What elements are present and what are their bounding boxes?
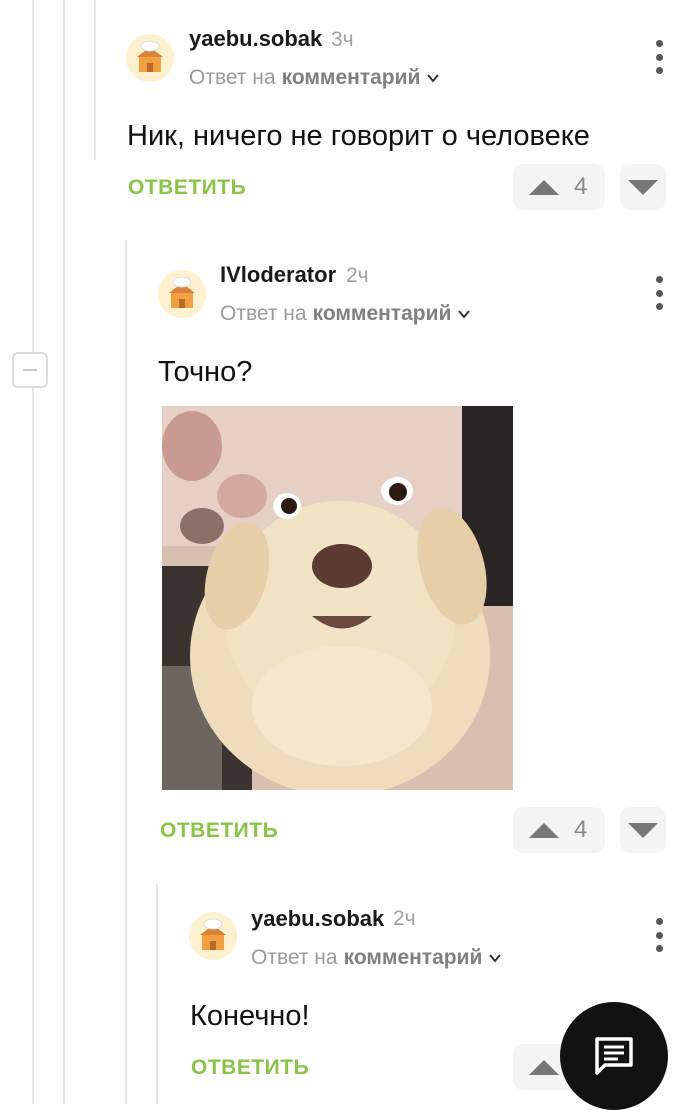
user-avatar[interactable] (189, 912, 237, 960)
more-options-icon[interactable] (652, 918, 666, 952)
reply-to[interactable]: Ответ на комментарий (189, 66, 440, 90)
thread-line-4 (125, 240, 127, 1104)
reply-button[interactable]: ОТВЕТИТЬ (128, 176, 246, 200)
downvote-button[interactable] (620, 807, 666, 853)
comment-text: Конечно! (190, 1000, 310, 1032)
arrow-up-icon (529, 1059, 559, 1075)
reply-prefix: Ответ на (251, 946, 338, 969)
arrow-down-icon (628, 179, 658, 195)
comment-username[interactable]: yaebu.sobak (189, 26, 322, 52)
thread-line-1 (32, 0, 34, 1104)
vote-count: 4 (574, 173, 588, 200)
comment-time: 2ч (393, 907, 416, 930)
comment-text: Ник, ничего не говорит о человеке (127, 120, 590, 152)
reply-to[interactable]: Ответ на комментарий (220, 302, 471, 326)
comment-username[interactable]: yaebu.sobak (251, 906, 384, 932)
thread-line-3 (94, 0, 96, 160)
reply-link[interactable]: комментарий (344, 946, 483, 970)
thread-line-5 (156, 884, 158, 1104)
reply-link[interactable]: комментарий (313, 302, 452, 326)
chevron-down-icon[interactable] (426, 71, 440, 85)
more-options-icon[interactable] (652, 276, 666, 310)
reply-button[interactable]: ОТВЕТИТЬ (191, 1056, 309, 1080)
reply-button[interactable]: ОТВЕТИТЬ (160, 819, 278, 843)
chevron-down-icon[interactable] (457, 307, 471, 321)
arrow-up-icon (529, 179, 559, 195)
user-avatar[interactable] (126, 34, 174, 82)
reply-to[interactable]: Ответ на комментарий (251, 946, 502, 970)
chef-house-icon (169, 276, 195, 308)
downvote-button[interactable] (620, 164, 666, 210)
comment-username[interactable]: IVloderator (220, 262, 336, 288)
arrow-down-icon (628, 822, 658, 838)
chef-house-icon (137, 40, 163, 72)
vote-count: 4 (574, 816, 588, 843)
user-avatar[interactable] (158, 270, 206, 318)
collapse-thread-button[interactable] (12, 352, 48, 388)
reply-prefix: Ответ на (189, 66, 276, 89)
reply-link[interactable]: комментарий (282, 66, 421, 90)
comments-fab-button[interactable] (560, 1002, 668, 1110)
arrow-up-icon (529, 822, 559, 838)
comment-time: 2ч (346, 264, 369, 287)
more-options-icon[interactable] (652, 40, 666, 74)
comment-icon (595, 1037, 633, 1075)
comment-image-dog[interactable] (162, 406, 513, 790)
chevron-down-icon[interactable] (488, 951, 502, 965)
upvote-button[interactable]: 4 (513, 807, 605, 853)
upvote-button[interactable]: 4 (513, 164, 605, 210)
comment-text: Точно? (158, 356, 253, 388)
comment-time: 3ч (331, 28, 354, 51)
reply-prefix: Ответ на (220, 302, 307, 325)
thread-line-2 (63, 0, 65, 1104)
chef-house-icon (200, 918, 226, 950)
